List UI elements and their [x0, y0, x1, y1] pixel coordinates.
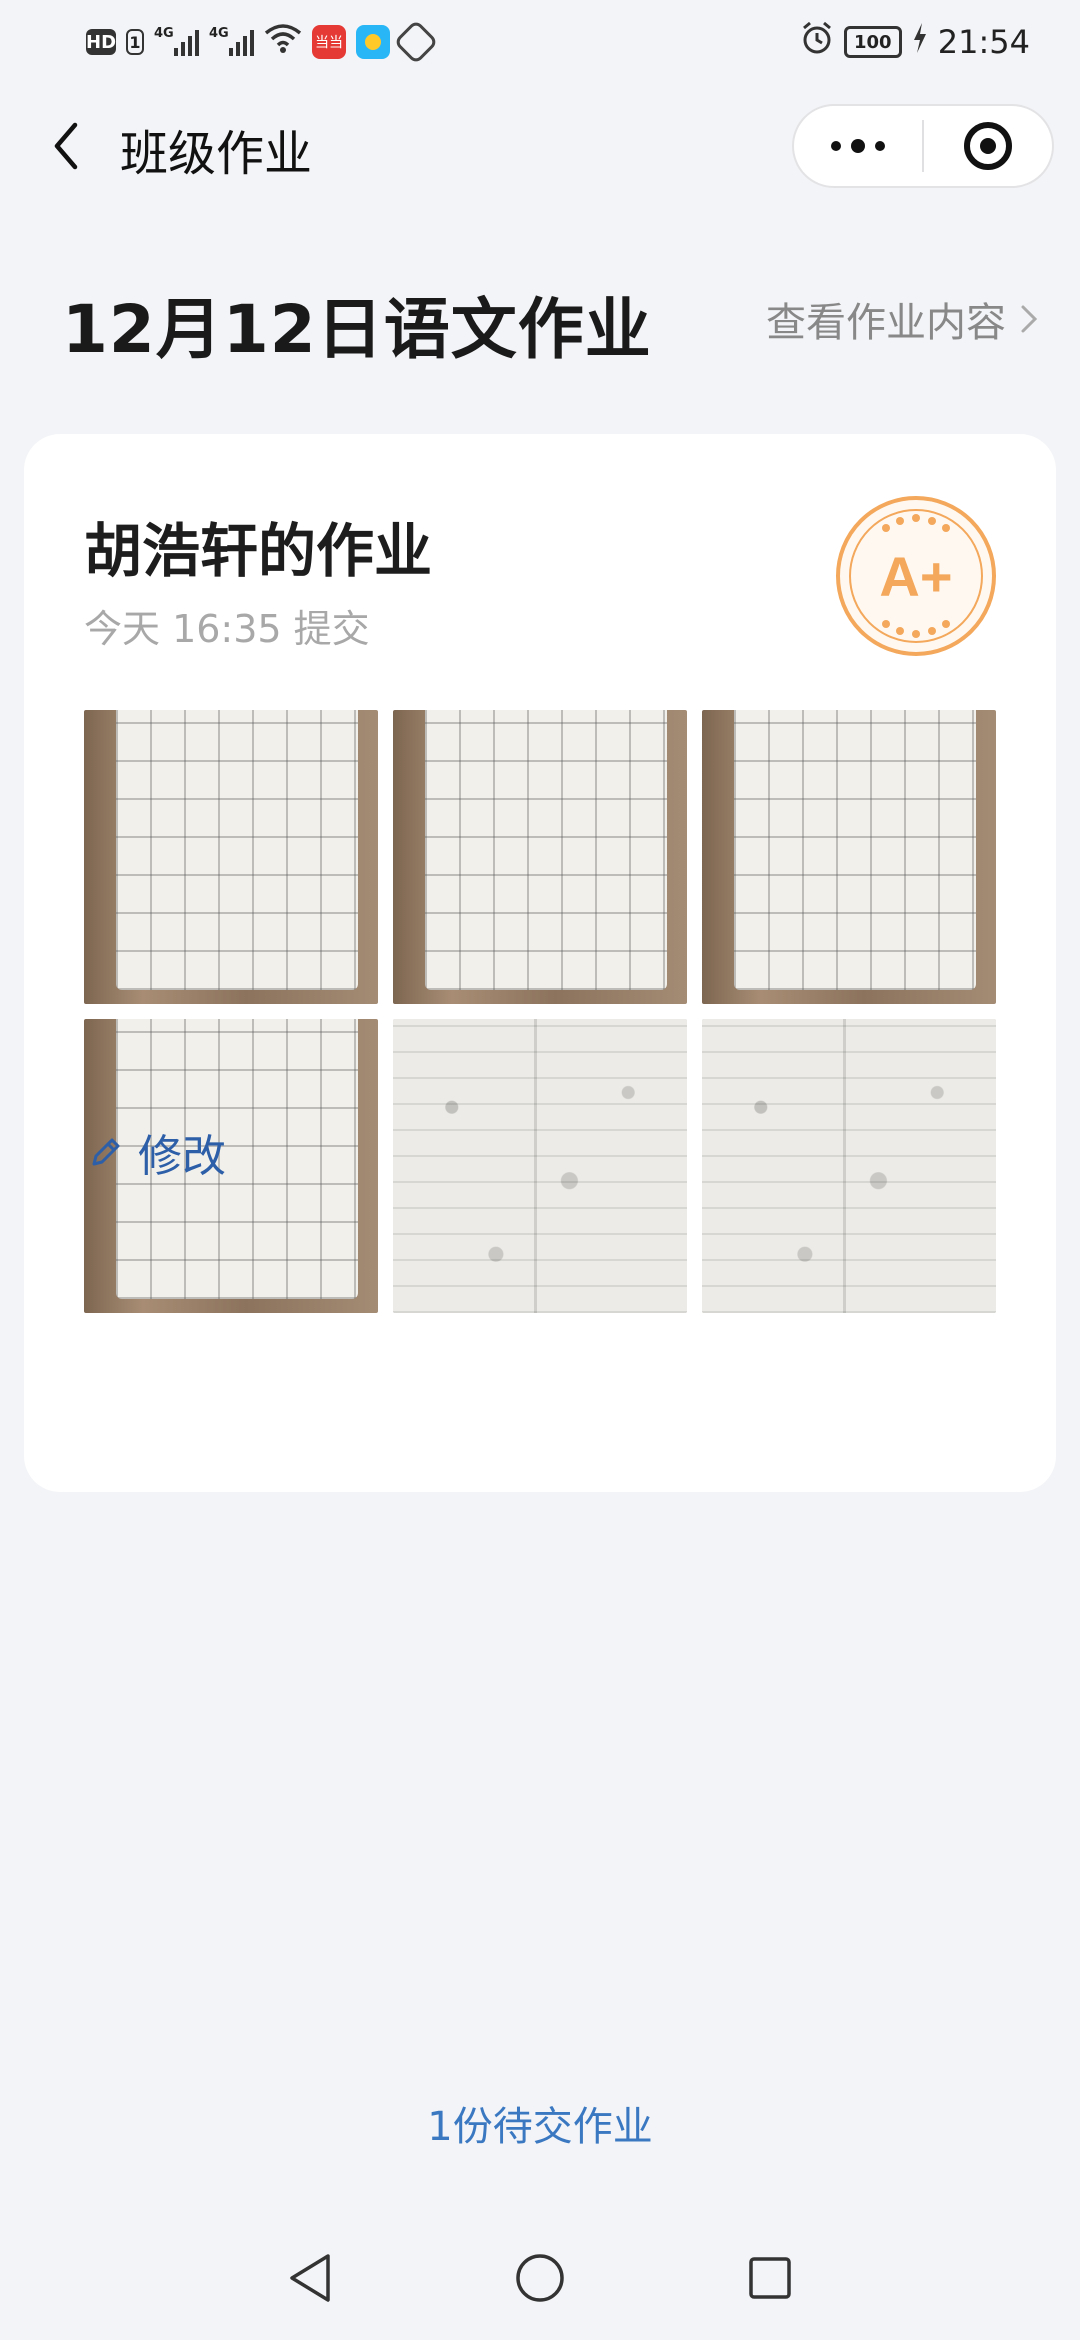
homework-photo-2[interactable]: [393, 710, 687, 1004]
nav-back-button[interactable]: [270, 2238, 350, 2318]
submission-card: 胡浩轩的作业 今天 16:35 提交 A+ 修改: [24, 434, 1056, 1492]
wifi-icon: [264, 23, 302, 61]
close-miniprogram-button[interactable]: [924, 106, 1052, 186]
submit-time: 今天 16:35 提交: [84, 607, 370, 651]
system-nav-bar: [0, 2238, 1080, 2318]
miniprogram-capsule: [792, 104, 1054, 188]
view-homework-link[interactable]: 查看作业内容: [766, 290, 1038, 348]
charging-icon: [912, 23, 928, 61]
chevron-right-icon: [1021, 305, 1038, 333]
sim-badge: 1: [126, 29, 144, 55]
student-homework-title: 胡浩轩的作业: [84, 517, 433, 585]
target-icon: [964, 122, 1012, 170]
pending-homework-link[interactable]: 1份待交作业: [0, 2094, 1080, 2152]
page-title: 班级作业: [120, 126, 313, 182]
circle-home-icon: [516, 2254, 564, 2302]
fish-app-icon: [356, 25, 390, 59]
clock: 21:54: [937, 23, 1030, 61]
status-bar: HD 1 4G 4G 当当 100 21:54: [0, 0, 1080, 84]
more-button[interactable]: [794, 106, 922, 186]
pencil-icon: [92, 1138, 120, 1166]
homework-photo-3[interactable]: [702, 710, 996, 1004]
chevron-left-icon: [54, 122, 78, 170]
more-icon: [831, 139, 885, 153]
status-right: 100 21:54: [800, 21, 1030, 63]
homework-photo-1[interactable]: [84, 710, 378, 1004]
back-button[interactable]: [38, 118, 94, 174]
square-recents-icon: [749, 2257, 791, 2299]
signal-label-2: 4G: [209, 26, 229, 41]
status-left: HD 1 4G 4G 当当: [86, 19, 439, 65]
hand-app-icon: [393, 19, 439, 65]
homework-photo-5[interactable]: [393, 1019, 687, 1313]
photo-grid: [84, 710, 996, 1313]
hd-badge: HD: [86, 29, 116, 55]
grade-stamp: A+: [834, 494, 998, 658]
signal-label: 4G: [154, 26, 174, 41]
nav-home-button[interactable]: [500, 2238, 580, 2318]
edit-button[interactable]: 修改: [88, 1120, 226, 1184]
signal-icon: 4G: [154, 26, 199, 56]
nav-bar: 班级作业: [0, 100, 1080, 192]
homework-photo-6[interactable]: [702, 1019, 996, 1313]
homework-title: 12月12日语文作业: [62, 291, 652, 368]
signal-icon-2: 4G: [209, 26, 254, 56]
triangle-back-icon: [290, 2254, 330, 2302]
dangdang-app-icon: 当当: [312, 25, 346, 59]
nav-recents-button[interactable]: [730, 2238, 810, 2318]
edit-label: 修改: [138, 1131, 226, 1182]
grade-text: A+: [879, 545, 952, 608]
view-homework-label: 查看作业内容: [766, 300, 1006, 346]
battery-icon: 100: [843, 26, 902, 58]
alarm-icon: [800, 21, 834, 63]
